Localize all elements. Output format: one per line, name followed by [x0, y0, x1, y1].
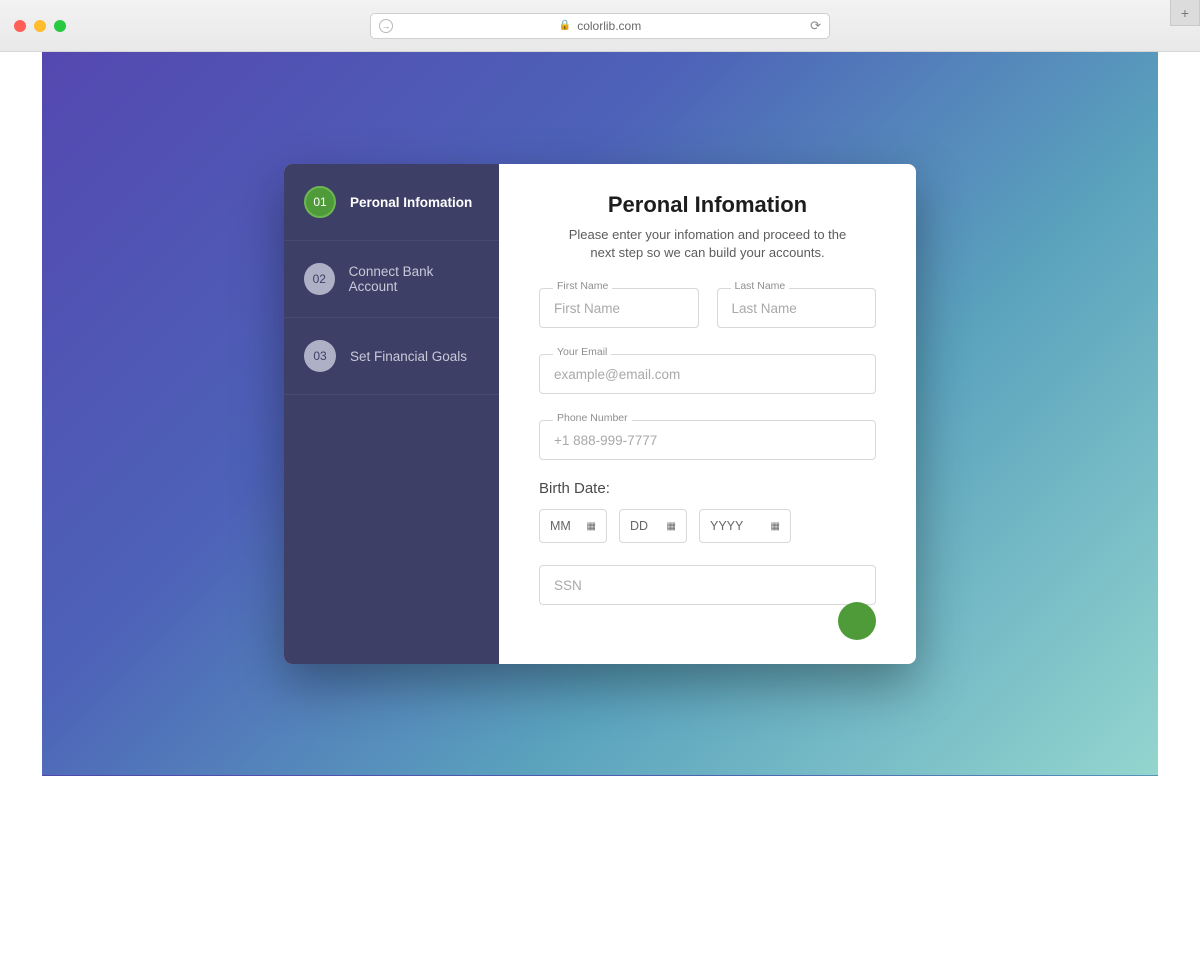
- step-personal-info[interactable]: 01 Peronal Infomation: [284, 164, 499, 241]
- form-title: Peronal Infomation: [539, 192, 876, 218]
- last-name-field-wrap: Last Name: [717, 288, 877, 328]
- lock-icon: 🔒: [559, 20, 571, 31]
- calendar-icon: ▦: [771, 521, 780, 532]
- maximize-window-icon[interactable]: [54, 20, 66, 32]
- birth-day-placeholder: DD: [630, 519, 648, 533]
- birth-year-placeholder: YYYY: [710, 519, 743, 533]
- birth-date-label: Birth Date:: [539, 480, 876, 497]
- close-window-icon[interactable]: [14, 20, 26, 32]
- browser-window: → 🔒 colorlib.com ⟳ + 01 Peronal Infomati…: [0, 0, 1200, 972]
- step-number-badge: 03: [304, 340, 336, 372]
- page-white-area: [42, 776, 1158, 962]
- wizard-card: 01 Peronal Infomation 02 Connect Bank Ac…: [284, 164, 916, 664]
- step-label: Set Financial Goals: [350, 349, 467, 364]
- next-step-button[interactable]: [838, 602, 876, 640]
- calendar-icon: ▦: [667, 521, 676, 532]
- ssn-input[interactable]: [539, 565, 876, 605]
- first-name-field-wrap: First Name: [539, 288, 699, 328]
- ssn-field-wrap: [539, 565, 876, 605]
- last-name-input[interactable]: [717, 288, 877, 328]
- page-background: 01 Peronal Infomation 02 Connect Bank Ac…: [42, 52, 1158, 776]
- calendar-icon: ▦: [587, 521, 596, 532]
- step-connect-bank[interactable]: 02 Connect Bank Account: [284, 241, 499, 318]
- minimize-window-icon[interactable]: [34, 20, 46, 32]
- birth-month-input[interactable]: MM ▦: [539, 509, 607, 543]
- form-subtitle: Please enter your infomation and proceed…: [539, 226, 876, 262]
- phone-label: Phone Number: [553, 412, 632, 424]
- form-panel: Peronal Infomation Please enter your inf…: [499, 164, 916, 664]
- email-field-wrap: Your Email: [539, 354, 876, 394]
- step-financial-goals[interactable]: 03 Set Financial Goals: [284, 318, 499, 395]
- step-label: Peronal Infomation: [350, 195, 472, 210]
- reload-icon[interactable]: ⟳: [810, 18, 821, 34]
- birth-year-input[interactable]: YYYY ▦: [699, 509, 791, 543]
- window-controls: [14, 20, 66, 32]
- birth-day-input[interactable]: DD ▦: [619, 509, 687, 543]
- new-tab-button[interactable]: +: [1170, 0, 1200, 26]
- first-name-input[interactable]: [539, 288, 699, 328]
- step-number-badge: 01: [304, 186, 336, 218]
- phone-input[interactable]: [539, 420, 876, 460]
- wizard-sidebar: 01 Peronal Infomation 02 Connect Bank Ac…: [284, 164, 499, 664]
- step-label: Connect Bank Account: [349, 264, 479, 294]
- email-input[interactable]: [539, 354, 876, 394]
- first-name-label: First Name: [553, 280, 612, 292]
- birth-month-placeholder: MM: [550, 519, 571, 533]
- url-host: colorlib.com: [577, 19, 641, 33]
- email-label: Your Email: [553, 346, 611, 358]
- address-bar[interactable]: → 🔒 colorlib.com ⟳: [370, 13, 830, 39]
- step-number-badge: 02: [304, 263, 335, 295]
- last-name-label: Last Name: [731, 280, 790, 292]
- browser-toolbar: → 🔒 colorlib.com ⟳ +: [0, 0, 1200, 52]
- back-icon[interactable]: →: [379, 19, 393, 33]
- phone-field-wrap: Phone Number: [539, 420, 876, 460]
